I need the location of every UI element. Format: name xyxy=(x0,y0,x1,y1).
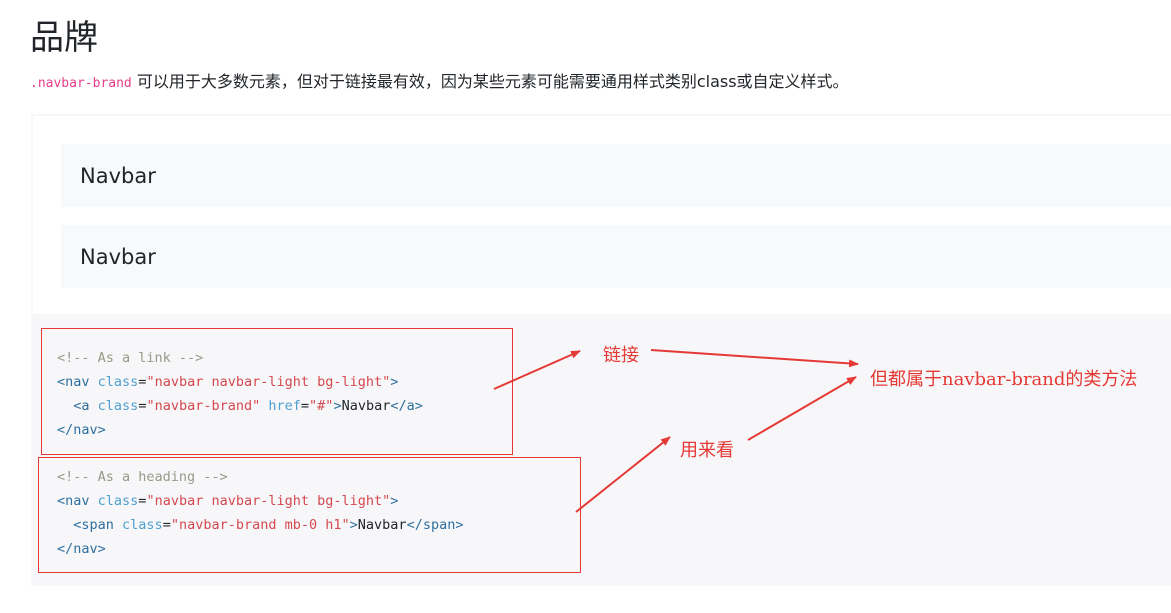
arrow-link-to-both xyxy=(650,349,859,368)
arrow-heading-to-both xyxy=(747,376,857,441)
annotation-heading: 用来看 xyxy=(680,440,734,461)
arrow-heading xyxy=(575,436,671,513)
annotation-both: 但都属于navbar-brand的类方法 xyxy=(870,369,1138,390)
arrow-link xyxy=(493,350,581,390)
annotation-arrows xyxy=(493,349,859,513)
annotation-link: 链接 xyxy=(603,345,639,366)
